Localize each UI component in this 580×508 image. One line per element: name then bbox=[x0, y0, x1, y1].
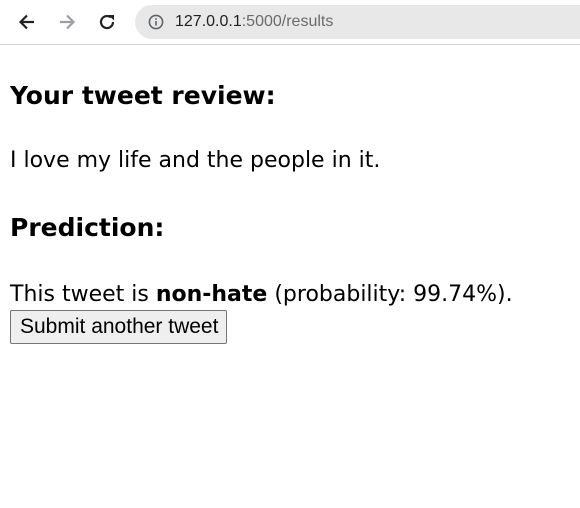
info-icon[interactable] bbox=[147, 13, 165, 31]
review-heading: Your tweet review: bbox=[10, 81, 276, 110]
forward-button[interactable] bbox=[47, 2, 87, 42]
prediction-probability: (probability: 99.74%). bbox=[267, 282, 513, 307]
reload-icon bbox=[99, 14, 115, 30]
reload-button[interactable] bbox=[87, 2, 127, 42]
prediction-result: This tweet is non-hate (probability: 99.… bbox=[10, 281, 570, 309]
back-button[interactable] bbox=[7, 2, 47, 42]
forward-arrow-icon bbox=[60, 14, 76, 30]
address-url[interactable]: 127.0.0.1:5000/results bbox=[175, 13, 333, 31]
prediction-prefix: This tweet is bbox=[10, 282, 156, 307]
url-host: 127.0.0.1 bbox=[175, 13, 242, 30]
back-arrow-icon bbox=[18, 14, 34, 30]
browser-toolbar: 127.0.0.1:5000/results bbox=[0, 0, 580, 45]
url-path: :5000/results bbox=[241, 13, 334, 30]
prediction-label: non-hate bbox=[155, 282, 268, 307]
page-content: Your tweet review: I love my life and th… bbox=[0, 81, 580, 344]
address-bar[interactable]: 127.0.0.1:5000/results bbox=[135, 5, 580, 39]
submit-another-tweet-button[interactable]: Submit another tweet bbox=[10, 310, 228, 344]
review-text: I love my life and the people in it. bbox=[10, 148, 381, 173]
prediction-heading: Prediction: bbox=[10, 213, 165, 242]
